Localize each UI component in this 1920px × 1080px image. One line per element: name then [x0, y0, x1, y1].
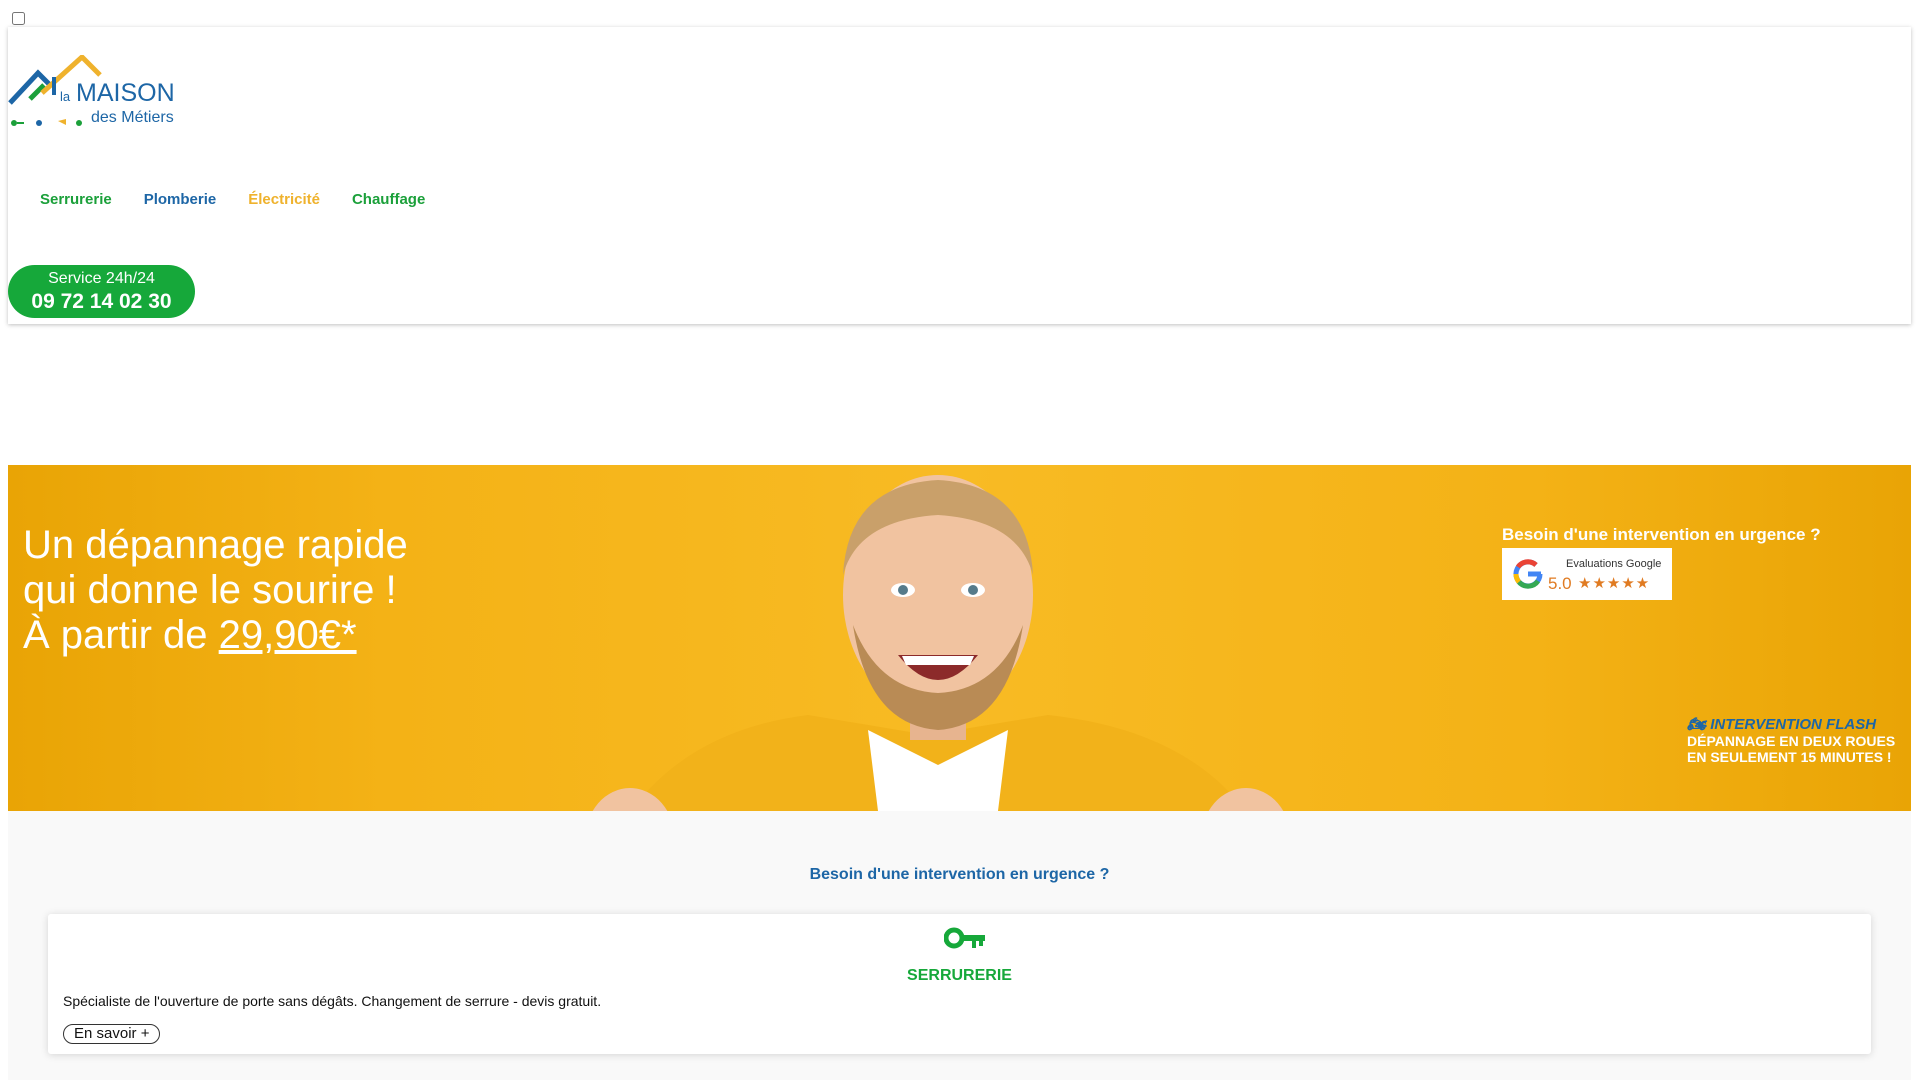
hero-price-link[interactable]: 29,90€* — [219, 613, 357, 657]
hero-title: Un dépannage rapide qui donne le sourire… — [23, 523, 408, 658]
svg-text:des Métiers: des Métiers — [91, 109, 174, 126]
flash-title: INTERVENTION FLASH — [1710, 716, 1877, 733]
flash-title-row: 🏍 INTERVENTION FLASH — [1687, 715, 1895, 733]
google-g-icon — [1513, 559, 1543, 589]
nav-serrurerie[interactable]: Serrurerie — [24, 191, 128, 208]
phone-service-label: Service 24h/24 — [48, 270, 155, 287]
menu-toggle-checkbox[interactable] — [12, 12, 25, 25]
phone-number: 09 72 14 02 30 — [31, 290, 172, 313]
site-header: la MAISON des Métiers Serrurerie Plomber… — [8, 27, 1911, 324]
learn-more-button[interactable]: En savoir + — [63, 1024, 161, 1044]
hero-banner: Un dépannage rapide qui donne le sourire… — [8, 465, 1911, 870]
logo[interactable]: la MAISON des Métiers — [8, 53, 198, 130]
services-title: Besoin d'une intervention en urgence ? — [809, 866, 1110, 883]
svg-text:la: la — [60, 89, 71, 104]
hero-line-2: qui donne le sourire ! — [23, 568, 397, 612]
service-card-serrurerie: SERRURERIE Spécialiste de l'ouverture de… — [48, 914, 1871, 1054]
urgence-heading: Besoin d'une intervention en urgence ? — [1502, 525, 1821, 544]
phone-call-button[interactable]: Service 24h/24 09 72 14 02 30 — [8, 265, 195, 318]
google-score: 5.0 — [1548, 574, 1572, 593]
key-icon — [944, 927, 985, 949]
main-nav: Serrurerie Plomberie Électricité Chauffa… — [24, 191, 441, 208]
nav-plomberie[interactable]: Plomberie — [128, 191, 233, 208]
service-card-title: SERRURERIE — [907, 967, 1012, 984]
hero-line-3-prefix: À partir de — [23, 613, 219, 657]
flash-line-2: EN SEULEMENT 15 MINUTES ! — [1687, 749, 1892, 765]
flash-line-1: DÉPANNAGE EN DEUX ROUES — [1687, 733, 1896, 749]
intervention-flash: 🏍 INTERVENTION FLASH DÉPANNAGE EN DEUX R… — [1687, 715, 1895, 765]
google-reviews-title: Evaluations Google — [1566, 558, 1662, 570]
google-reviews-badge[interactable]: Evaluations Google 5.0 ★★★★★ — [1502, 548, 1672, 600]
house-roof-logo-icon: la MAISON des Métiers — [8, 53, 175, 126]
star-rating-icon: ★★★★★ — [1578, 575, 1651, 592]
svg-text:MAISON: MAISON — [76, 79, 175, 107]
hero-line-1: Un dépannage rapide — [23, 523, 408, 567]
services-section: Besoin d'une intervention en urgence ? S… — [8, 811, 1911, 1080]
nav-chauffage[interactable]: Chauffage — [336, 191, 441, 208]
smiling-man-illustration — [585, 475, 1291, 870]
motorbike-icon: 🏍 — [1687, 716, 1707, 733]
nav-electricite[interactable]: Électricité — [232, 191, 336, 208]
service-card-description: Spécialiste de l'ouverture de porte sans… — [63, 993, 602, 1009]
